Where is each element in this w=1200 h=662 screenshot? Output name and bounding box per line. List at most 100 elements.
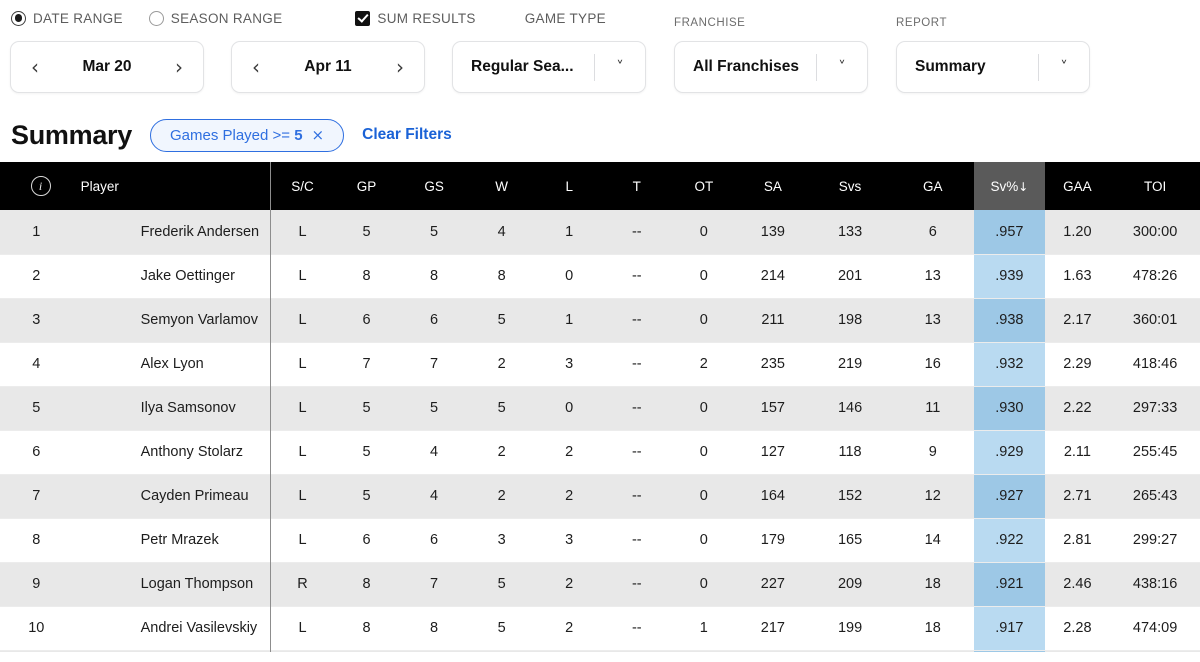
cell-ga: 6 — [891, 210, 975, 255]
cell-rank: 5 — [0, 386, 73, 431]
start-date-prev-icon[interactable]: ‹ — [28, 57, 42, 77]
cell-gaa: 1.63 — [1044, 254, 1111, 299]
end-date-next-icon[interactable]: › — [393, 57, 407, 77]
cell-player[interactable]: Logan Thompson — [72, 562, 273, 607]
column-header-player[interactable]: i Player — [30, 162, 273, 210]
cell-player[interactable]: Frederik Andersen — [72, 210, 273, 255]
cell-gaa — [1044, 650, 1111, 652]
column-header-gp[interactable]: GP — [332, 162, 401, 210]
cell-svpct: .930 — [974, 386, 1045, 431]
cell-player[interactable] — [72, 650, 273, 652]
cell-gaa: 2.22 — [1044, 386, 1111, 431]
cell-gs: 4 — [400, 474, 468, 519]
cell-rank: 2 — [0, 254, 73, 299]
table-row[interactable]: 10 Andrei Vasilevskiy L 8 8 5 2 -- 1 217 199 18.917… — [0, 606, 1200, 651]
cell-player[interactable]: Petr Mrazek — [72, 518, 273, 563]
report-label: REPORT — [896, 17, 948, 29]
start-date-control[interactable]: ‹ Mar 20 › — [10, 41, 204, 93]
cell-player[interactable]: Ilya Samsonov — [72, 386, 273, 431]
checkbox-checked-icon — [355, 10, 371, 26]
info-icon[interactable]: i — [30, 176, 51, 196]
season-range-radio[interactable]: SEASON RANGE — [148, 10, 283, 26]
cell-gaa: 2.46 — [1044, 562, 1111, 607]
cell-svpct: .927 — [974, 474, 1045, 519]
cell-ot: 0 — [670, 210, 738, 255]
cell-gp: 6 — [332, 298, 401, 343]
report-value: Summary — [915, 58, 986, 75]
game-type-inline-label: GAME TYPE — [524, 10, 606, 26]
cell-sa — [737, 650, 809, 652]
cell-player[interactable]: Andrei Vasilevskiy — [72, 606, 273, 651]
cell-gaa: 2.11 — [1044, 430, 1111, 475]
cell-sc: L — [272, 518, 333, 563]
cell-ga: 16 — [891, 342, 975, 387]
cell-sc: L — [272, 430, 333, 475]
cell-player[interactable]: Jake Oettinger — [72, 254, 273, 299]
cell-ot: 2 — [670, 342, 738, 387]
cell-t: -- — [603, 562, 671, 607]
column-header-l[interactable]: L — [535, 162, 603, 210]
column-header-ot[interactable]: OT — [670, 162, 738, 210]
table-row[interactable]: 3 Semyon Varlamov L 6 6 5 1 -- 0 211 198 13.938 2.17… — [0, 298, 1200, 343]
date-range-radio[interactable]: DATE RANGE — [11, 10, 123, 26]
franchise-select[interactable]: All Franchises ˅ — [674, 41, 868, 93]
cell-toi: 418:46 — [1110, 342, 1200, 387]
table-row[interactable]: 9 Logan Thompson R 8 7 5 2 -- 0 227 209 18.921 2.46 4… — [0, 562, 1200, 607]
table-row[interactable]: 5 Ilya Samsonov L 5 5 5 0 -- 0 157 146 11.930 2.22 29… — [0, 386, 1200, 431]
cell-toi: 438:16 — [1110, 562, 1200, 607]
table-row[interactable]: 7 Cayden Primeau L 5 4 2 2 -- 0 164 152 12.927 2.71 2… — [0, 474, 1200, 519]
chevron-down-icon[interactable]: ˅ — [1039, 58, 1089, 76]
column-header-toi[interactable]: TOI — [1110, 162, 1200, 210]
cell-ga: 13 — [891, 254, 975, 299]
cell-toi: 255:45 — [1110, 430, 1200, 475]
column-header-svs[interactable]: Svs — [808, 162, 892, 210]
cell-sc: L — [272, 474, 333, 519]
sum-results-checkbox[interactable]: SUM RESULTS — [355, 10, 475, 26]
column-header-t[interactable]: T — [603, 162, 671, 210]
cell-rank: 11 — [0, 650, 73, 652]
cell-ot: 0 — [670, 474, 738, 519]
chevron-down-icon[interactable]: ˅ — [595, 58, 645, 76]
start-date-next-icon[interactable]: › — [172, 57, 186, 77]
column-header-ga[interactable]: GA — [891, 162, 975, 210]
table-row[interactable]: 8 Petr Mrazek L 6 6 3 3 -- 0 179 165 14.922 2.81 299:… — [0, 518, 1200, 563]
table-row[interactable]: 4 Alex Lyon L 7 7 2 3 -- 2 235 219 16.932 2.29 418:46 — [0, 342, 1200, 387]
table-row[interactable]: 6 Anthony Stolarz L 5 4 2 2 -- 0 127 118 9.929 2.11 2… — [0, 430, 1200, 475]
column-header-sa[interactable]: SA — [737, 162, 809, 210]
cell-gs — [400, 650, 468, 652]
cell-sa: 235 — [737, 342, 809, 387]
chevron-down-icon[interactable]: ˅ — [817, 58, 867, 76]
close-icon[interactable]: × — [312, 127, 325, 143]
table-row[interactable]: 2 Jake Oettinger L 8 8 8 0 -- 0 214 201 13.939 1.63 4… — [0, 254, 1200, 299]
end-date-prev-icon[interactable]: ‹ — [249, 57, 263, 77]
cell-rank: 7 — [0, 474, 73, 519]
active-filter-chip[interactable]: Games Played >= 5 × — [149, 118, 345, 152]
franchise-label: FRANCHISE — [674, 17, 746, 29]
cell-t: -- — [603, 518, 671, 563]
column-header-gaa[interactable]: GAA — [1044, 162, 1111, 210]
stats-table-container[interactable]: i Player S/C GP GS W L T OT SA Svs GA Sv… — [0, 162, 1200, 652]
cell-svs: 118 — [808, 430, 892, 475]
cell-t: -- — [603, 430, 671, 475]
column-header-w[interactable]: W — [467, 162, 536, 210]
table-row[interactable]: 1 Frederik Andersen L 5 5 4 1 -- 0 139 133 6.957 1.2… — [0, 210, 1200, 255]
clear-filters-button[interactable]: Clear Filters — [362, 126, 452, 144]
cell-svs: 199 — [808, 606, 892, 651]
end-date-control[interactable]: ‹ Apr 11 › — [231, 41, 425, 93]
game-type-select[interactable]: Regular Sea... ˅ — [452, 41, 646, 93]
column-header-sc[interactable]: S/C — [272, 162, 333, 210]
column-header-svpct[interactable]: Sv%↓ — [974, 162, 1045, 210]
filter-toolbar: DATE RANGE SEASON RANGE SUM RESULTS GAME… — [0, 0, 1200, 108]
cell-player[interactable]: Anthony Stolarz — [72, 430, 273, 475]
cell-gp: 8 — [332, 562, 401, 607]
cell-player[interactable]: Semyon Varlamov — [72, 298, 273, 343]
cell-w: 5 — [467, 386, 536, 431]
column-header-gs[interactable]: GS — [400, 162, 468, 210]
cell-player[interactable]: Cayden Primeau — [72, 474, 273, 519]
cell-toi: 299:27 — [1110, 518, 1200, 563]
report-select[interactable]: Summary ˅ — [896, 41, 1090, 93]
table-row[interactable]: 11 — [0, 650, 1200, 652]
cell-player[interactable]: Alex Lyon — [72, 342, 273, 387]
cell-ga — [891, 650, 975, 652]
cell-sa: 211 — [737, 298, 809, 343]
